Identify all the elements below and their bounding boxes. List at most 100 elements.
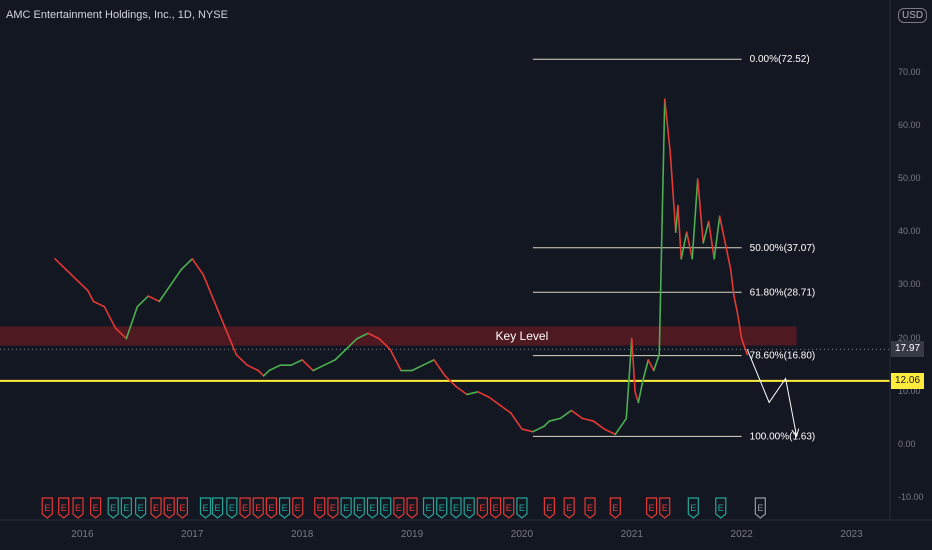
projection-path — [746, 349, 798, 437]
key-level-zone — [0, 326, 797, 346]
y-tick-label: 30.00 — [898, 279, 921, 290]
price-segment — [147, 295, 161, 303]
earnings-marker: E — [476, 497, 488, 519]
fib-level-label: 0.00%(72.52) — [750, 54, 810, 65]
earnings-marker: E — [211, 497, 224, 519]
earnings-marker-label: E — [439, 503, 445, 513]
earnings-marker: E — [135, 497, 147, 519]
earnings-marker-label: E — [123, 503, 129, 513]
price-segment — [257, 369, 265, 377]
x-tick-label: 2022 — [730, 529, 753, 540]
earnings-marker: E — [327, 497, 339, 519]
fib-level-label: 78.60%(16.80) — [750, 351, 816, 362]
price-segment — [169, 268, 183, 287]
price-segment — [652, 353, 661, 372]
price-segment — [691, 178, 699, 260]
earnings-marker: E — [278, 497, 291, 519]
price-segment — [603, 428, 617, 436]
earnings-marker-label: E — [166, 503, 172, 513]
earnings-marker-label: E — [519, 503, 525, 513]
price-segment — [246, 364, 260, 372]
earnings-marker: E — [406, 497, 418, 519]
price-segment — [389, 348, 402, 372]
price-segment — [334, 348, 347, 361]
price-segment — [268, 364, 281, 372]
earnings-marker-label: E — [255, 503, 261, 513]
earnings-marker-label: E — [268, 503, 274, 513]
earnings-marker-label: E — [757, 503, 763, 513]
earnings-marker-label: E — [215, 503, 221, 513]
fib-level-label: 100.00%(1.63) — [750, 431, 816, 442]
earnings-marker-label: E — [493, 503, 499, 513]
y-tick-label: -10.00 — [898, 492, 924, 503]
earnings-marker: E — [41, 497, 53, 519]
x-tick-label: 2021 — [620, 529, 643, 540]
price-segment — [466, 390, 479, 396]
earnings-marker: E — [436, 497, 448, 519]
earnings-marker: E — [353, 497, 365, 519]
earnings-marker-label: E — [330, 503, 336, 513]
price-segment — [702, 220, 710, 244]
earnings-marker: E — [150, 497, 162, 519]
price-segment — [543, 420, 551, 428]
price-segment — [559, 409, 573, 420]
earnings-marker: E — [366, 497, 379, 519]
earnings-marker: E — [252, 497, 264, 519]
earnings-marker-label: E — [153, 503, 159, 513]
price-segment — [54, 257, 67, 271]
price-segment — [677, 204, 683, 260]
projection-arrow-layer — [746, 349, 800, 438]
earnings-marker: E — [463, 497, 475, 519]
earnings-marker-label: E — [396, 503, 402, 513]
earnings-marker: E — [89, 497, 102, 519]
earnings-marker: E — [199, 497, 212, 519]
price-chart[interactable]: Key Level 0.00%(72.52) 50.00%(37.07) 61.80… — [0, 0, 932, 550]
price-segment — [180, 257, 194, 271]
price-segment — [696, 178, 705, 244]
price-segment — [713, 215, 721, 260]
earnings-marker: E — [609, 497, 621, 519]
earnings-marker: E — [584, 497, 596, 519]
currency-button[interactable]: USD — [898, 8, 928, 23]
price-segment — [158, 284, 172, 303]
earnings-marker: E — [422, 497, 435, 519]
price-segment — [510, 412, 523, 430]
price-segment — [290, 359, 303, 367]
price-segment — [637, 380, 644, 404]
earnings-marker: E — [563, 497, 575, 519]
earnings-marker-label: E — [479, 503, 485, 513]
earnings-marker: E — [380, 497, 392, 519]
earnings-marker-label: E — [343, 503, 349, 513]
earnings-marker-label: E — [93, 503, 99, 513]
price-segment — [658, 98, 666, 356]
earnings-marker-label: E — [229, 503, 235, 513]
price-segment — [76, 279, 89, 292]
x-tick-label: 2019 — [400, 529, 424, 540]
price-segment — [213, 300, 227, 329]
earnings-marker-label: E — [506, 503, 512, 513]
price-segment — [570, 409, 584, 420]
fib-level-label: 50.00%(37.07) — [750, 243, 816, 254]
earnings-marker-label: E — [566, 503, 572, 513]
y-tick-label: 50.00 — [898, 173, 921, 183]
earnings-marker: E — [163, 497, 175, 519]
chart-title: AMC Entertainment Holdings, Inc., 1D, NY… — [6, 9, 228, 21]
price-segment — [323, 359, 336, 367]
price-segment — [625, 337, 633, 420]
earnings-marker-label: E — [295, 503, 301, 513]
earnings-marker-label: E — [383, 503, 389, 513]
earnings-marker-label: E — [75, 503, 81, 513]
earnings-markers-layer: EEEEEEEEEEEEEEEEEEEEEEEEEEEEEEEEEEEEEEEE… — [41, 497, 766, 519]
earnings-marker-label: E — [282, 503, 288, 513]
earnings-marker-label: E — [138, 503, 144, 513]
earnings-marker-label: E — [409, 503, 415, 513]
earnings-marker-label: E — [587, 503, 593, 513]
price-segment — [235, 353, 249, 367]
earnings-marker-label: E — [44, 503, 50, 513]
price-segment — [680, 231, 688, 260]
earnings-marker: E — [645, 497, 658, 519]
earnings-marker-label: E — [110, 503, 116, 513]
price-segment — [411, 364, 424, 372]
price-segment — [532, 425, 545, 433]
price-segment — [301, 359, 314, 372]
